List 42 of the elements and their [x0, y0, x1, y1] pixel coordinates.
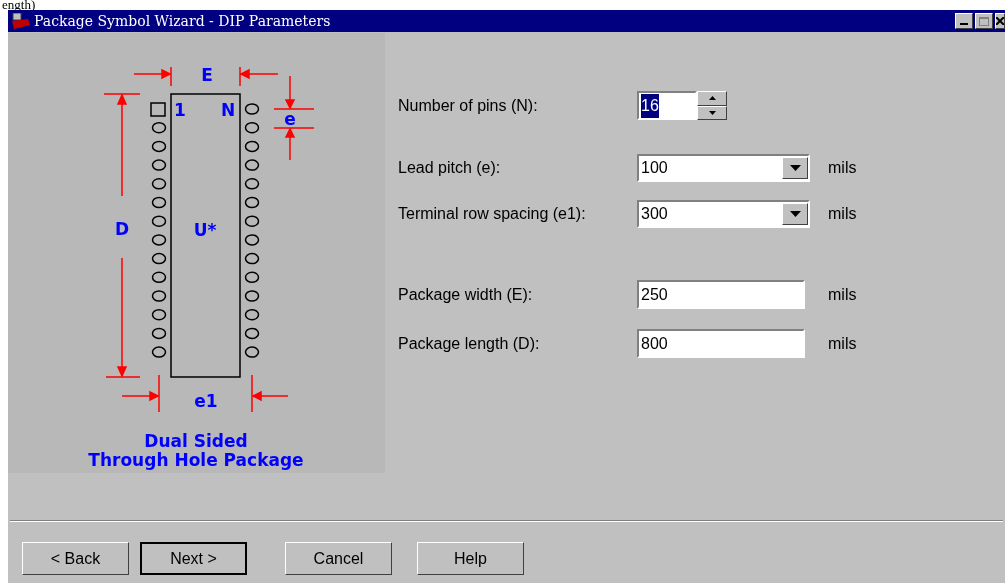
minimize-button[interactable] [955, 13, 973, 29]
width-label: E [201, 65, 213, 85]
caption-text: Through Hole Package [88, 450, 304, 470]
field-label: Number of pins (N): [398, 95, 539, 116]
dropdown-arrow-button[interactable] [782, 203, 808, 225]
reference-label: U* [193, 220, 217, 240]
caption-text: Dual Sided [144, 431, 248, 451]
length-label: D [114, 219, 130, 239]
unit-label: mils [828, 204, 857, 224]
window-title: Package Symbol Wizard - DIP Parameters [34, 11, 331, 31]
dropdown-field[interactable]: 100 [637, 154, 810, 182]
field-label: Lead pitch (e): [398, 158, 502, 178]
down-arrow-icon [708, 110, 716, 115]
down-arrow-icon [789, 211, 801, 217]
dropdown-field[interactable]: 300 [637, 200, 810, 228]
pin-one-label: 1 [174, 100, 186, 120]
app-icon [12, 13, 30, 29]
unit-label: mils [828, 158, 857, 178]
minimize-icon [960, 23, 968, 25]
close-button[interactable] [995, 13, 1005, 29]
input-field[interactable]: 800 [637, 329, 805, 358]
spin-up-button[interactable] [697, 91, 727, 106]
field-label: Package length (D): [398, 333, 541, 354]
maximize-icon [979, 16, 989, 26]
wizard-button[interactable]: Help [417, 542, 524, 575]
down-arrow-icon [789, 165, 801, 171]
close-icon [996, 17, 1004, 25]
field-label: Terminal row spacing (e1): [398, 204, 587, 224]
unit-label: mils [828, 284, 857, 305]
dropdown-arrow-button[interactable] [782, 157, 808, 179]
row-spacing-label: e1 [194, 391, 218, 411]
wizard-button[interactable]: Next > [140, 542, 247, 575]
wizard-button[interactable]: < Back [22, 542, 129, 575]
unit-label: mils [828, 333, 857, 354]
maximize-button[interactable] [975, 13, 993, 29]
wizard-button[interactable]: Cancel [285, 542, 392, 575]
field-label: Package width (E): [398, 284, 534, 305]
pitch-label: e [284, 109, 296, 129]
spin-field[interactable]: 16 [637, 91, 697, 120]
input-field[interactable]: 250 [637, 280, 805, 309]
up-arrow-icon [708, 96, 716, 101]
pin-n-label: N [220, 100, 236, 120]
